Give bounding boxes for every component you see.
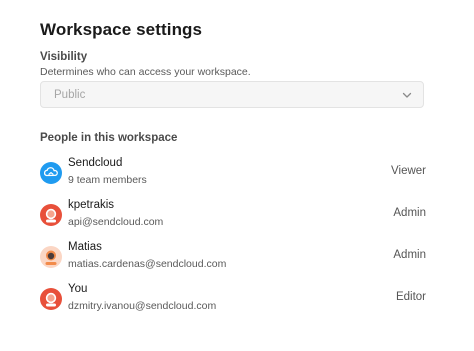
page-title: Workspace settings [40,20,203,39]
member-row: You dzmitry.ivanou@sendcloud.com Editor [40,283,426,317]
member-role[interactable]: Admin [393,249,426,261]
member-role[interactable]: Viewer [391,165,426,177]
member-name: kpetrakis [68,199,115,211]
member-role[interactable]: Editor [396,291,426,303]
member-detail: matias.cardenas@sendcloud.com [68,258,227,270]
visibility-select[interactable]: Public [40,81,424,108]
sendcloud-logo-icon [40,162,62,184]
visibility-select-value: Public [54,89,86,101]
visibility-help-text: Determines who can access your workspace… [40,66,251,78]
member-detail: api@sendcloud.com [68,216,164,228]
member-detail: 9 team members [68,174,147,186]
user-avatar-icon [40,204,62,226]
people-section-label: People in this workspace [40,132,178,144]
visibility-label: Visibility [40,51,88,63]
member-name: You [68,283,88,295]
user-avatar-icon [40,288,62,310]
member-row: Sendcloud 9 team members Viewer [40,157,426,191]
member-row: Matias matias.cardenas@sendcloud.com Adm… [40,241,426,275]
member-detail: dzmitry.ivanou@sendcloud.com [68,300,217,312]
member-row: kpetrakis api@sendcloud.com Admin [40,199,426,233]
member-name: Sendcloud [68,157,123,169]
user-avatar-icon [40,246,62,268]
chevron-down-icon [402,92,412,98]
workspace-settings-panel: Workspace settings Visibility Determines… [0,0,474,351]
member-name: Matias [68,241,102,253]
member-role[interactable]: Admin [393,207,426,219]
